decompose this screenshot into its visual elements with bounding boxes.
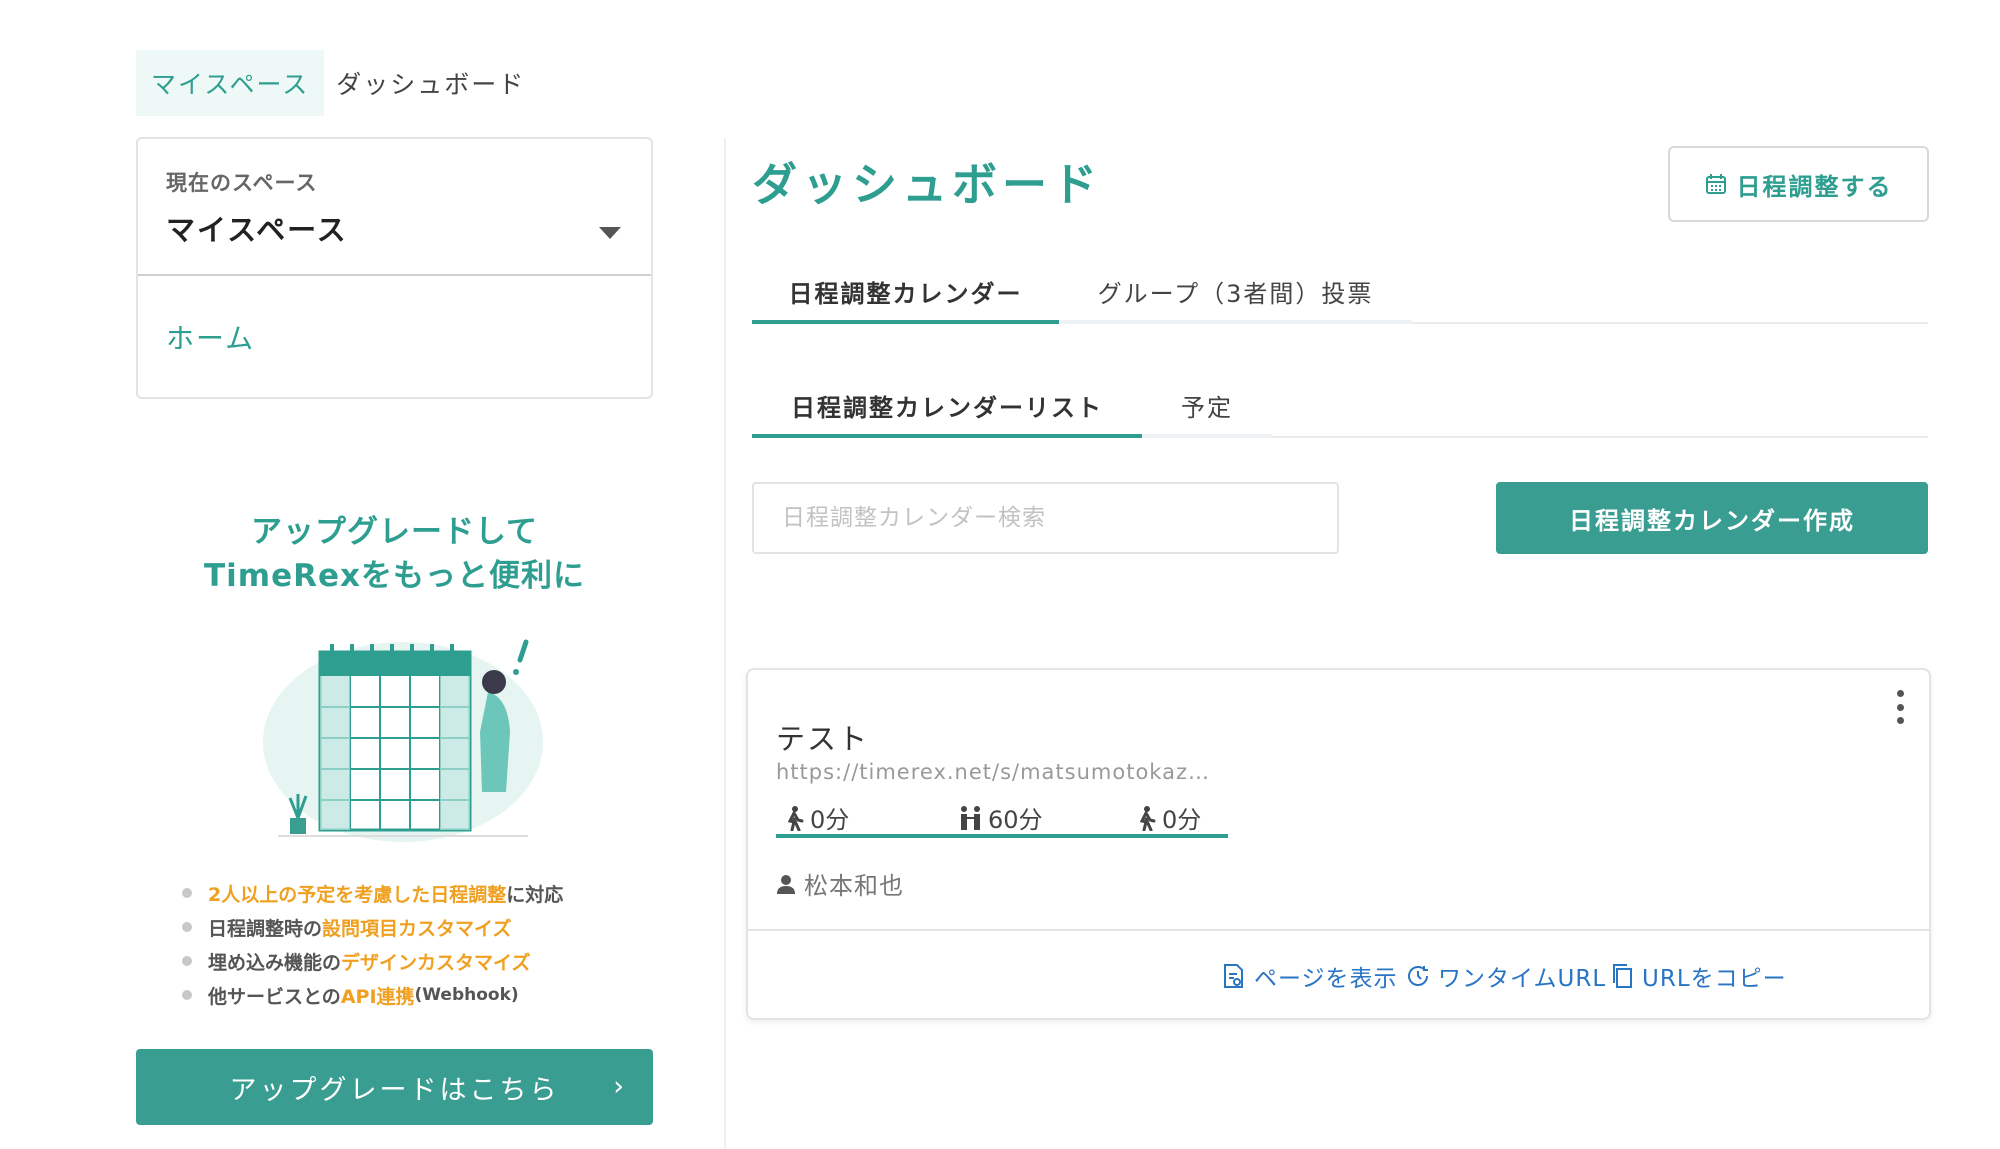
person-icon bbox=[777, 874, 795, 894]
card-actions: ページを表示 ワンタイムURL URLをコピー bbox=[748, 929, 1929, 1020]
kebab-icon[interactable] bbox=[1893, 690, 1907, 724]
space-name[interactable]: マイスペース bbox=[166, 207, 348, 249]
walk-icon bbox=[787, 805, 804, 831]
document-icon bbox=[1224, 964, 1243, 988]
promo-title-line1: アップグレードして bbox=[250, 514, 539, 550]
buffer-after-value: 0分 bbox=[1162, 806, 1202, 834]
copy-url-label: URLをコピー bbox=[1642, 966, 1787, 992]
time-settings: 0分 60分 0分 bbox=[776, 794, 1228, 838]
tab-calendar-list[interactable]: 日程調整カレンダーリスト bbox=[752, 376, 1142, 438]
buffer-before-value: 0分 bbox=[810, 806, 850, 834]
caret-down-icon[interactable] bbox=[599, 227, 621, 239]
copy-url-link[interactable]: URLをコピー bbox=[1610, 959, 1787, 993]
feature-item: 2人以上の予定を考慮した日程調整 に対応 bbox=[182, 876, 563, 910]
view-page-label: ページを表示 bbox=[1254, 966, 1398, 992]
upgrade-illustration bbox=[263, 639, 543, 842]
tab-group-vote[interactable]: グループ（3者間）投票 bbox=[1059, 262, 1412, 324]
breadcrumb-dashboard: ダッシュボード bbox=[336, 70, 526, 99]
schedule-button[interactable]: 日程調整する bbox=[1668, 146, 1929, 222]
upgrade-button-label: アップグレードはこちら bbox=[229, 1074, 560, 1106]
tab-calendar[interactable]: 日程調整カレンダー bbox=[752, 262, 1059, 324]
card-url: https://timerex.net/s/matsumotokaz… bbox=[776, 760, 1210, 784]
breadcrumb-myspace[interactable]: マイスペース bbox=[136, 50, 325, 116]
calendar-search-input[interactable] bbox=[752, 482, 1339, 554]
page-title: ダッシュボード bbox=[752, 158, 1103, 211]
upgrade-button[interactable]: アップグレードはこちら › bbox=[136, 1049, 653, 1125]
people-icon bbox=[961, 805, 980, 830]
feature-item: 日程調整時の 設問項目カスタマイズ bbox=[182, 910, 563, 944]
space-caption: 現在のスペース bbox=[166, 171, 318, 195]
column-divider bbox=[724, 138, 726, 1149]
breadcrumb: マイスペース ダッシュボード bbox=[136, 50, 537, 116]
clock-icon bbox=[1408, 966, 1428, 986]
space-selector[interactable]: 現在のスペース マイスペース bbox=[138, 139, 651, 276]
owner-name: 松本和也 bbox=[804, 872, 904, 900]
sub-tabs: 日程調整カレンダーリスト 予定 bbox=[752, 376, 1928, 438]
feature-list: 2人以上の予定を考慮した日程調整 に対応 日程調整時の 設問項目カスタマイズ 埋め込… bbox=[182, 876, 563, 1012]
calendar-icon bbox=[1705, 174, 1726, 194]
feature-item: 他サービスとの API連携 (Webhook) bbox=[182, 978, 563, 1012]
schedule-button-label: 日程調整する bbox=[1736, 172, 1893, 201]
view-page-link[interactable]: ページを表示 bbox=[1222, 959, 1398, 993]
onetime-url-link[interactable]: ワンタイムURL bbox=[1406, 959, 1606, 993]
create-calendar-button[interactable]: 日程調整カレンダー作成 bbox=[1496, 482, 1928, 554]
calendar-card[interactable]: テスト https://timerex.net/s/matsumotokaz… … bbox=[746, 668, 1931, 1020]
promo-title-line2: TimeRexをもっと便利に bbox=[204, 558, 585, 594]
nav-home[interactable]: ホーム bbox=[166, 317, 255, 357]
meeting-duration: 60分 bbox=[958, 800, 1043, 835]
walk-icon bbox=[1139, 805, 1156, 831]
onetime-url-label: ワンタイムURL bbox=[1438, 966, 1607, 992]
main-tabs: 日程調整カレンダー グループ（3者間）投票 bbox=[752, 262, 1928, 324]
copy-icon bbox=[1613, 964, 1632, 988]
card-title: テスト bbox=[776, 722, 870, 756]
card-owner: 松本和也 bbox=[776, 866, 904, 901]
buffer-before: 0分 bbox=[784, 800, 849, 835]
chevron-right-icon: › bbox=[613, 1071, 627, 1102]
buffer-after: 0分 bbox=[1136, 800, 1201, 835]
feature-item: 埋め込み機能の デザインカスタマイズ bbox=[182, 944, 563, 978]
meeting-duration-value: 60分 bbox=[988, 806, 1043, 834]
space-panel: 現在のスペース マイスペース ホーム bbox=[136, 137, 653, 399]
tab-schedule[interactable]: 予定 bbox=[1142, 376, 1272, 438]
